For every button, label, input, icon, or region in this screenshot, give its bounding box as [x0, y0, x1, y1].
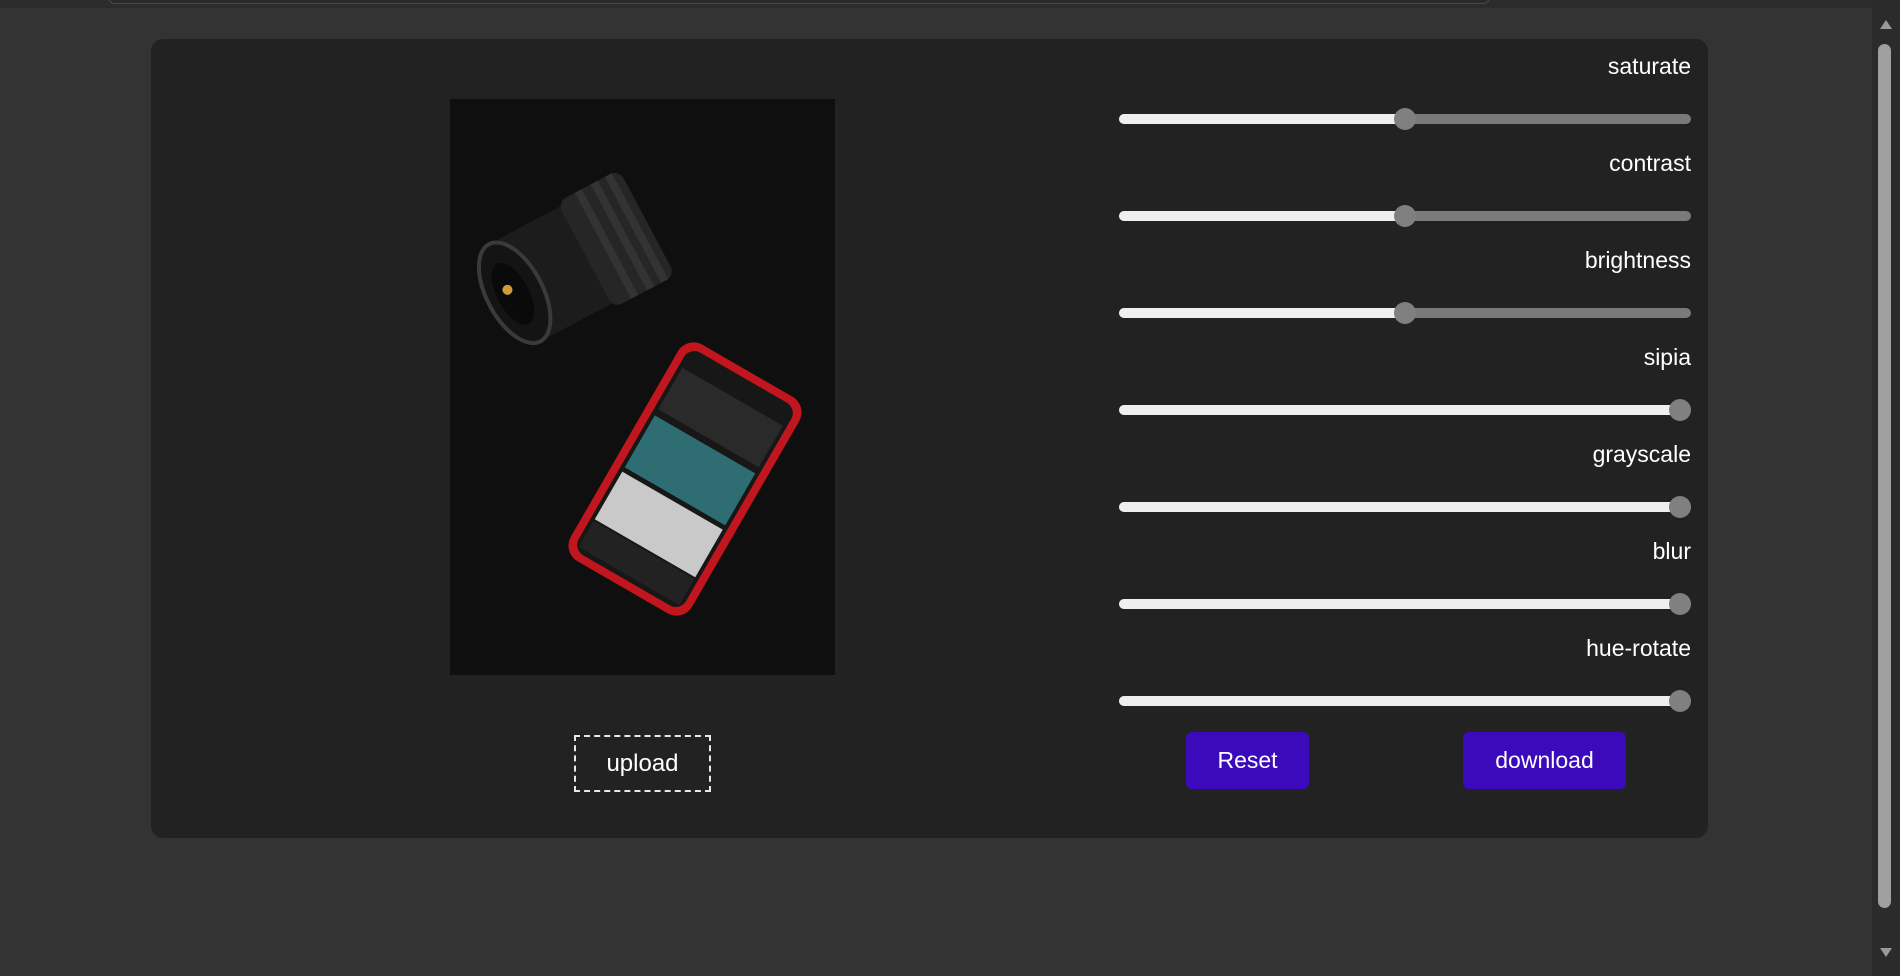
slider-thumb[interactable] — [1669, 593, 1691, 615]
slider-track — [1119, 599, 1691, 609]
saturate-slider[interactable] — [1119, 107, 1691, 131]
grayscale-slider[interactable] — [1119, 495, 1691, 519]
slider-thumb[interactable] — [1394, 302, 1416, 324]
editor-panel: upload saturate contrast brightness sipi… — [151, 39, 1708, 838]
slider-fill — [1119, 599, 1680, 609]
page-scrollbar[interactable] — [1872, 0, 1900, 976]
slider-track — [1119, 502, 1691, 512]
contrast-label: contrast — [1609, 150, 1691, 176]
sipia-label: sipia — [1643, 344, 1691, 370]
slider-fill — [1119, 308, 1405, 318]
photo-icon — [450, 99, 835, 675]
scroll-down-arrow-icon[interactable] — [1880, 948, 1892, 957]
scroll-up-arrow-icon[interactable] — [1880, 20, 1892, 29]
download-button[interactable]: download — [1463, 732, 1626, 789]
grayscale-label: grayscale — [1592, 441, 1691, 467]
brightness-label: brightness — [1584, 247, 1691, 273]
scrollbar-thumb[interactable] — [1878, 44, 1891, 908]
address-bar-edge — [108, 0, 1490, 4]
contrast-slider[interactable] — [1119, 204, 1691, 228]
slider-thumb[interactable] — [1394, 108, 1416, 130]
slider-track — [1119, 405, 1691, 415]
browser-top-strip — [0, 0, 1872, 8]
hue-rotate-label: hue-rotate — [1586, 635, 1691, 661]
slider-fill — [1119, 211, 1405, 221]
hue-rotate-slider[interactable] — [1119, 689, 1691, 713]
slider-thumb[interactable] — [1669, 496, 1691, 518]
preview-image — [450, 99, 835, 675]
brightness-slider[interactable] — [1119, 301, 1691, 325]
slider-thumb[interactable] — [1394, 205, 1416, 227]
saturate-label: saturate — [1607, 53, 1691, 79]
slider-thumb[interactable] — [1669, 399, 1691, 421]
blur-label: blur — [1652, 538, 1691, 564]
slider-fill — [1119, 114, 1405, 124]
sipia-slider[interactable] — [1119, 398, 1691, 422]
slider-fill — [1119, 696, 1680, 706]
slider-fill — [1119, 405, 1680, 415]
blur-slider[interactable] — [1119, 592, 1691, 616]
upload-button[interactable]: upload — [574, 735, 711, 792]
slider-track — [1119, 696, 1691, 706]
slider-thumb[interactable] — [1669, 690, 1691, 712]
slider-fill — [1119, 502, 1680, 512]
reset-button[interactable]: Reset — [1186, 732, 1309, 789]
